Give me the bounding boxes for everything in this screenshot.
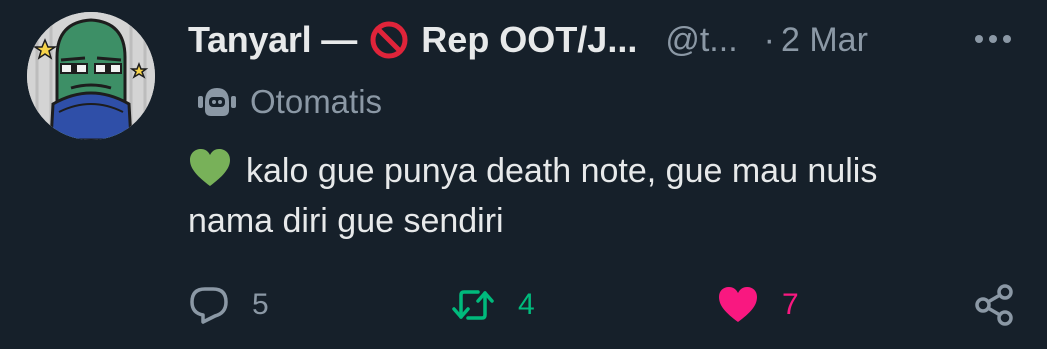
- reply-count: 5: [252, 288, 269, 321]
- no-entry-icon: [370, 21, 408, 59]
- display-name-suffix[interactable]: Rep OOT/J...: [421, 19, 637, 61]
- name-dash: —: [321, 19, 358, 60]
- repost-button[interactable]: 4: [450, 280, 535, 330]
- avatar-image: [27, 12, 155, 140]
- tweet-text: kalo gue punya death note, gue mau nulis…: [188, 146, 1018, 246]
- tweet-text-line-1: kalo gue punya death note, gue mau nulis: [246, 152, 878, 190]
- tweet-text-line-2: nama diri gue sendiri: [188, 202, 504, 240]
- green-heart-icon: [190, 149, 230, 186]
- repost-count: 4: [518, 288, 535, 321]
- repost-icon: [452, 290, 494, 320]
- automated-label-text: Otomatis: [250, 83, 383, 120]
- more-options-icon[interactable]: [969, 24, 1017, 54]
- post-date[interactable]: 2 Mar: [781, 21, 868, 60]
- action-bar: 5 4 7: [188, 280, 1023, 330]
- like-count: 7: [782, 288, 799, 321]
- like-button[interactable]: 7: [716, 280, 799, 330]
- share-icon: [975, 284, 1013, 326]
- reply-icon: [190, 287, 228, 324]
- automated-label: Otomatis: [196, 82, 382, 122]
- user-handle[interactable]: @t...: [665, 21, 737, 60]
- meta-separator: ·: [763, 20, 775, 59]
- heart-icon: [719, 287, 757, 322]
- avatar[interactable]: [27, 12, 155, 140]
- display-name[interactable]: Tanyarl: [188, 19, 312, 61]
- post-header: Tanyarl — Rep OOT/J... @t... · 2 Mar: [188, 14, 1017, 66]
- share-button[interactable]: [973, 280, 1017, 330]
- reply-button[interactable]: 5: [188, 280, 269, 330]
- robot-icon: [198, 88, 236, 116]
